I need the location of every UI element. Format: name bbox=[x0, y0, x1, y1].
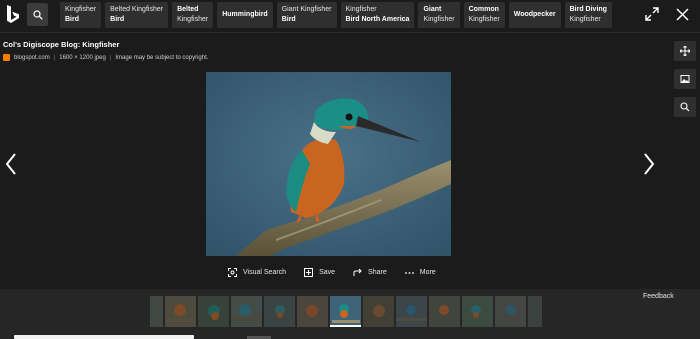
thumbnail[interactable] bbox=[495, 296, 526, 327]
thumbnail-image bbox=[231, 304, 262, 321]
kingfisher-photo bbox=[206, 72, 451, 256]
divider bbox=[0, 32, 700, 33]
visual-search-label: Visual Search bbox=[243, 269, 287, 276]
separator: | bbox=[53, 54, 56, 61]
chip-line1: Belted Kingfisher bbox=[110, 6, 164, 13]
chip-line2: Kingfisher bbox=[468, 16, 500, 23]
separator: | bbox=[109, 54, 112, 61]
chip-line1: Giant bbox=[423, 6, 442, 13]
chip-line1: Woodpecker bbox=[513, 11, 556, 18]
thumbnail[interactable] bbox=[198, 296, 229, 327]
chip-kingfisher-bird[interactable]: Kingfisher Bird bbox=[60, 2, 102, 28]
right-rail bbox=[674, 41, 696, 117]
thumbnail[interactable] bbox=[528, 296, 542, 327]
thumbnail-image bbox=[306, 305, 318, 317]
chip-line2: Kingfisher bbox=[569, 16, 601, 23]
thumbnail-image bbox=[506, 305, 516, 315]
expand-button[interactable] bbox=[644, 6, 660, 22]
thumbnail[interactable] bbox=[429, 296, 460, 327]
save-label: Save bbox=[319, 269, 336, 276]
copyright-notice: Image may be subject to copyright. bbox=[115, 54, 209, 61]
more-icon bbox=[404, 271, 414, 274]
chip-line2: Bird bbox=[65, 16, 79, 23]
thumbnail[interactable] bbox=[231, 296, 262, 327]
chip-giant-kingfisher[interactable]: Giant Kingfisher bbox=[418, 2, 460, 28]
thumbnail-image bbox=[208, 305, 220, 320]
thumbnail-image bbox=[471, 305, 481, 318]
chip-hummingbird[interactable]: Hummingbird bbox=[217, 2, 273, 28]
thumbnail-image bbox=[396, 305, 427, 321]
chip-line2: Bird North America bbox=[345, 16, 410, 23]
image-icon bbox=[680, 75, 690, 83]
thumbnail-image bbox=[275, 305, 285, 318]
thumbnail[interactable] bbox=[363, 296, 394, 327]
thumbnail[interactable] bbox=[264, 296, 295, 327]
save-icon bbox=[304, 268, 314, 277]
image-title[interactable]: Col's Digiscope Blog: Kingfisher bbox=[3, 40, 119, 49]
thumbnail-strip bbox=[150, 296, 542, 327]
chip-belted-kingfisher-bird[interactable]: Belted Kingfisher Bird bbox=[105, 2, 169, 28]
close-button[interactable] bbox=[674, 6, 690, 22]
thumbnail-image bbox=[439, 305, 449, 315]
chip-woodpecker[interactable]: Woodpecker bbox=[508, 2, 561, 28]
move-icon bbox=[680, 46, 690, 56]
thumbnail[interactable] bbox=[462, 296, 493, 327]
expand-icon bbox=[645, 7, 659, 21]
thumbnail[interactable] bbox=[396, 296, 427, 327]
chip-kingfisher-bird-north-america[interactable]: Kingfisher Bird North America bbox=[340, 2, 415, 28]
visual-search-icon bbox=[228, 268, 237, 277]
chip-line2: Bird bbox=[110, 16, 125, 23]
bing-logo-icon[interactable] bbox=[4, 4, 22, 26]
chip-common-kingfisher[interactable]: Common Kingfisher bbox=[463, 2, 505, 28]
chip-line1: Kingfisher bbox=[345, 6, 377, 13]
thumbnail-image bbox=[332, 304, 360, 323]
chip-line2: Bird bbox=[281, 16, 296, 23]
top-bar: Kingfisher Bird Belted Kingfisher Bird Bel… bbox=[0, 0, 700, 32]
save-button[interactable]: Save bbox=[304, 268, 335, 277]
move-button[interactable] bbox=[674, 41, 696, 61]
image-actions: Visual Search Save Share More bbox=[228, 268, 436, 277]
feedback-link[interactable]: Feedback bbox=[643, 293, 674, 300]
image-button[interactable] bbox=[674, 69, 696, 89]
window-controls bbox=[644, 6, 690, 22]
chevron-left-icon[interactable] bbox=[2, 150, 20, 178]
thumbnail[interactable] bbox=[150, 296, 163, 327]
zoom-icon bbox=[680, 102, 690, 112]
chevron-right-icon[interactable] bbox=[640, 150, 658, 178]
close-icon bbox=[675, 7, 689, 21]
chip-bird-diving-kingfisher[interactable]: Bird Diving Kingfisher bbox=[564, 2, 612, 28]
blogger-favicon-icon bbox=[3, 54, 10, 61]
thumbnail[interactable] bbox=[165, 296, 196, 327]
chip-line1: Hummingbird bbox=[222, 11, 268, 18]
thumbnail-image bbox=[373, 305, 385, 317]
zoom-button[interactable] bbox=[674, 97, 696, 117]
chip-line1: Giant Kingfisher bbox=[281, 6, 332, 13]
thumbnail[interactable] bbox=[297, 296, 328, 327]
scroll-progress-bar[interactable] bbox=[14, 335, 194, 339]
chip-belted-kingfisher[interactable]: Belted Kingfisher bbox=[172, 2, 214, 28]
chip-line2: Kingfisher bbox=[423, 16, 455, 23]
thumbnail-image bbox=[165, 304, 196, 322]
visual-search-button[interactable]: Visual Search bbox=[228, 268, 286, 277]
thumbnail-active[interactable] bbox=[330, 296, 361, 327]
search-icon bbox=[32, 9, 43, 20]
image-viewer: Kingfisher Bird Belted Kingfisher Bird Bel… bbox=[0, 0, 700, 339]
related-searches: Kingfisher Bird Belted Kingfisher Bird Bel… bbox=[60, 2, 612, 28]
more-button[interactable]: More bbox=[404, 269, 436, 276]
more-label: More bbox=[419, 269, 436, 276]
chip-line1: Kingfisher bbox=[65, 6, 97, 13]
share-label: Share bbox=[368, 269, 387, 276]
image-dimensions: 1600 × 1200 jpeg bbox=[59, 54, 106, 61]
share-icon bbox=[353, 268, 362, 276]
search-button[interactable] bbox=[27, 3, 48, 26]
image-meta: blogspot.com | 1600 × 1200 jpeg | Image … bbox=[3, 54, 208, 61]
source-domain[interactable]: blogspot.com bbox=[14, 55, 50, 61]
chip-line2: Kingfisher bbox=[177, 16, 209, 23]
share-button[interactable]: Share bbox=[353, 268, 387, 277]
chip-giant-kingfisher-bird[interactable]: Giant Kingfisher Bird bbox=[276, 2, 337, 28]
chip-line1: Common bbox=[468, 6, 499, 13]
main-image[interactable] bbox=[206, 72, 451, 256]
chip-line1: Bird Diving bbox=[569, 6, 607, 13]
chip-line1: Belted bbox=[177, 6, 199, 13]
